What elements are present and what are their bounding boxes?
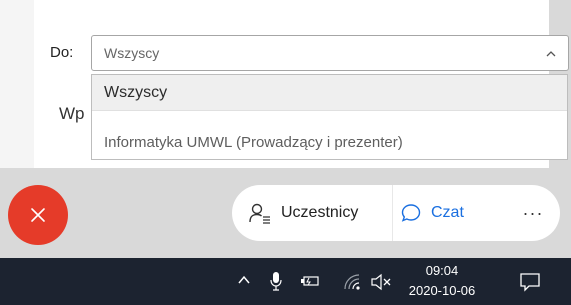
clock-time: 09:04: [425, 263, 459, 278]
more-options-button[interactable]: ···: [518, 185, 548, 241]
more-dots-icon: ···: [522, 202, 544, 223]
dropdown-option-everyone[interactable]: Wszyscy: [92, 75, 567, 110]
people-list-icon: [249, 203, 270, 224]
chat-bubble-icon: [401, 204, 421, 222]
battery-icon[interactable]: [300, 274, 320, 288]
microphone-icon[interactable]: [270, 271, 282, 291]
action-center-icon[interactable]: [519, 272, 541, 292]
message-input-text[interactable]: Wp: [59, 103, 85, 125]
clock-date: 2020-10-06: [408, 283, 476, 298]
recipient-select[interactable]: Wszyscy: [91, 35, 569, 71]
chat-button[interactable]: Czat: [400, 185, 464, 241]
taskbar-clock[interactable]: 09:04 2020-10-06: [404, 261, 480, 301]
participants-button[interactable]: Uczestnicy: [248, 185, 358, 241]
recipient-dropdown: Wszyscy Informatyka UMWL (Prowadzący i p…: [91, 74, 568, 160]
participants-label: Uczestnicy: [281, 204, 359, 221]
wifi-icon[interactable]: [343, 273, 361, 291]
meeting-toolbar: Uczestnicy Czat ···: [232, 185, 560, 241]
speaker-muted-icon[interactable]: [370, 273, 392, 291]
dropdown-option-presenter[interactable]: Informatyka UMWL (Prowadzący i prezenter…: [92, 126, 567, 160]
recipient-label: Do:: [50, 44, 74, 61]
leave-call-button[interactable]: [8, 185, 68, 245]
recipient-select-value: Wszyscy: [104, 45, 160, 61]
windows-taskbar: 09:04 2020-10-06: [0, 258, 571, 305]
close-icon: [31, 208, 45, 222]
chat-label: Czat: [431, 204, 464, 221]
chevron-up-icon: [546, 51, 556, 57]
dropdown-separator: [92, 110, 567, 111]
toolbar-divider: [392, 185, 393, 241]
chevron-up-icon[interactable]: [237, 273, 251, 287]
